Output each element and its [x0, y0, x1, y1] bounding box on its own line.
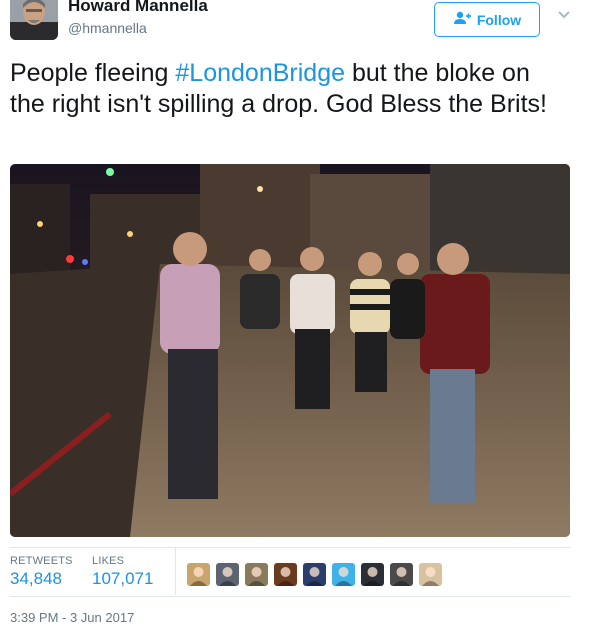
- retweets-count[interactable]: 34,848: [10, 569, 62, 589]
- tweet-timestamp[interactable]: 3:39 PM - 3 Jun 2017: [10, 610, 134, 625]
- hashtag-link[interactable]: #LondonBridge: [175, 59, 345, 87]
- liker-avatar-2[interactable]: [216, 563, 239, 586]
- follow-button[interactable]: Follow: [434, 2, 540, 37]
- author-handle[interactable]: @hmannella: [68, 20, 147, 36]
- tweet-text-part: People fleeing: [10, 59, 176, 87]
- author-avatar[interactable]: [10, 0, 58, 40]
- follow-button-label: Follow: [476, 11, 522, 28]
- liker-avatar-3[interactable]: [245, 563, 268, 586]
- chevron-down-icon[interactable]: [556, 6, 572, 22]
- stats-divider: [175, 548, 176, 595]
- tweet-photo[interactable]: [10, 164, 570, 537]
- author-name[interactable]: Howard Mannella: [68, 0, 208, 16]
- divider: [10, 596, 570, 597]
- liker-avatar-9[interactable]: [419, 563, 442, 586]
- divider: [10, 547, 570, 548]
- liker-avatar-6[interactable]: [332, 563, 355, 586]
- tweet-text: People fleeing #LondonBridge but the blo…: [10, 58, 570, 120]
- add-user-icon: [453, 11, 471, 28]
- liker-avatar-5[interactable]: [303, 563, 326, 586]
- liker-avatar-1[interactable]: [187, 563, 210, 586]
- retweets-label: RETWEETS: [10, 555, 73, 567]
- likes-label: LIKES: [92, 555, 125, 567]
- likes-count[interactable]: 107,071: [92, 569, 153, 589]
- liker-avatar-4[interactable]: [274, 563, 297, 586]
- liker-avatar-8[interactable]: [390, 563, 413, 586]
- liker-avatar-7[interactable]: [361, 563, 384, 586]
